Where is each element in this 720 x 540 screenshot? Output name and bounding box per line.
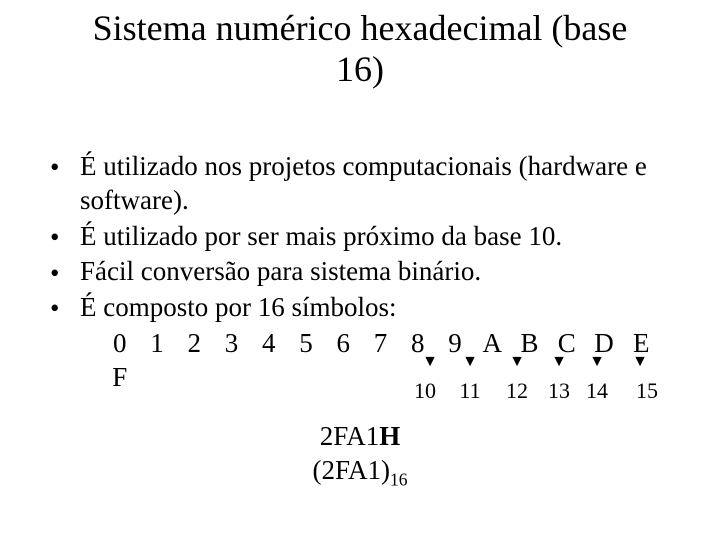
arrow-down-icon: ▼ xyxy=(589,358,605,366)
arrows-row: ▼ ▼ ▼ ▼ ▼ ▼ 10 11 12 13 14 15 xyxy=(0,358,720,418)
title-line-1: Sistema numérico hexadecimal (base xyxy=(93,8,628,48)
example-block: 2FA1H (2FA1)16 xyxy=(0,420,720,491)
bullet-item: • É utilizado por ser mais próximo da ba… xyxy=(40,220,680,254)
arrow-label: 10 xyxy=(414,378,436,404)
example-subscript: 16 xyxy=(390,469,408,489)
bullet-item: • É composto por 16 símbolos: xyxy=(40,291,680,325)
hex-symbol: 4 xyxy=(254,327,284,361)
arrow-down-icon: ▼ xyxy=(422,358,438,366)
hex-symbol: 6 xyxy=(329,327,359,361)
hex-symbol: 0 xyxy=(105,327,135,361)
bullet-item: • Fácil conversão para sistema binário. xyxy=(40,255,680,289)
arrow-down-icon: ▼ xyxy=(462,358,478,366)
bullet-text: É utilizado nos projetos computacionais … xyxy=(80,151,647,215)
hex-symbol: 1 xyxy=(142,327,172,361)
bullet-dot-icon: • xyxy=(50,292,59,326)
bullet-dot-icon: • xyxy=(50,221,59,255)
arrow-down-icon: ▼ xyxy=(551,358,567,366)
arrow-label: 12 xyxy=(506,378,528,404)
arrow-label: 14 xyxy=(586,378,608,404)
arrow-label: 15 xyxy=(636,378,658,404)
arrow-label: 13 xyxy=(548,378,570,404)
paren-close: ) xyxy=(381,455,390,485)
example-prefix: 2FA1 xyxy=(320,421,380,451)
arrow-label: 11 xyxy=(459,378,480,404)
bullet-item: • É utilizado nos projetos computacionai… xyxy=(40,150,680,218)
bullet-text: É utilizado por ser mais próximo da base… xyxy=(80,221,562,251)
title-line-2: 16) xyxy=(336,49,384,89)
arrow-down-icon: ▼ xyxy=(632,358,648,366)
hex-symbol: 3 xyxy=(217,327,247,361)
slide: Sistema numérico hexadecimal (base 16) •… xyxy=(0,0,720,540)
hex-symbol: A xyxy=(478,327,508,361)
arrow-down-icon: ▼ xyxy=(509,358,525,366)
hex-symbol: 5 xyxy=(291,327,321,361)
hex-symbol: 2 xyxy=(180,327,210,361)
bullet-dot-icon: • xyxy=(50,151,59,185)
bullet-dot-icon: • xyxy=(50,257,59,291)
example-suffix-bold: H xyxy=(379,421,400,451)
example-value: 2FA1 xyxy=(321,455,381,485)
example-line-2: (2FA1)16 xyxy=(0,454,720,491)
hex-symbol: 7 xyxy=(366,327,396,361)
example-line-1: 2FA1H xyxy=(0,420,720,454)
bullet-text: É composto por 16 símbolos: xyxy=(80,292,397,322)
slide-title: Sistema numérico hexadecimal (base 16) xyxy=(0,8,720,91)
bullet-text: Fácil conversão para sistema binário. xyxy=(80,256,481,286)
